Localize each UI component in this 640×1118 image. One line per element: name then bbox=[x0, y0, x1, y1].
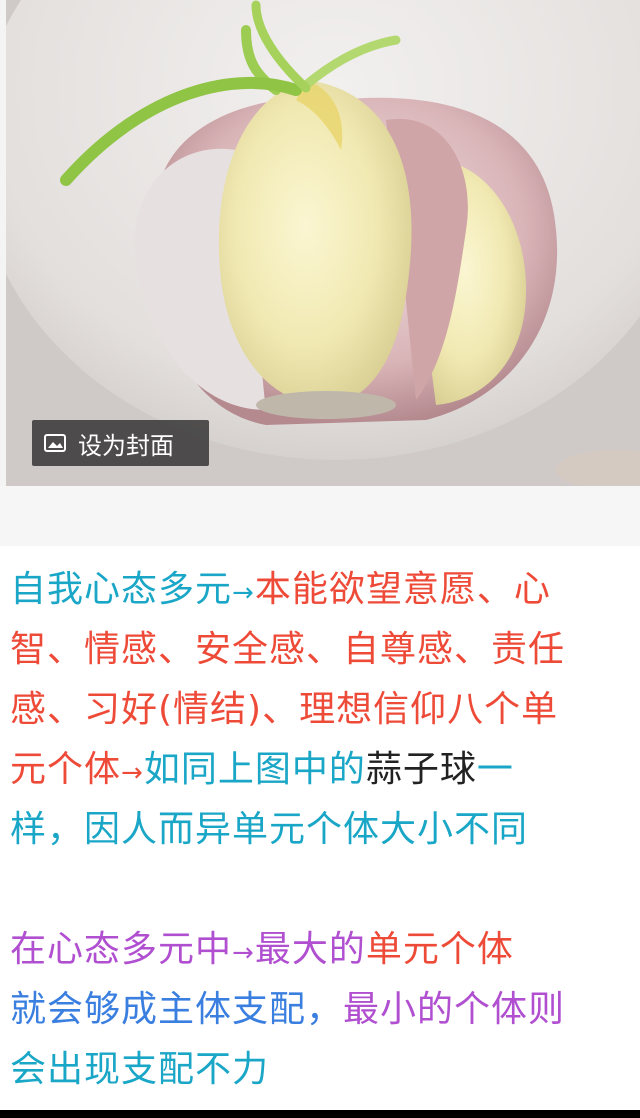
text-segment: 一 bbox=[476, 749, 514, 790]
text-segment: 自我心态多元 bbox=[10, 569, 233, 610]
text-segment: 本能欲望意愿、心 bbox=[254, 569, 551, 610]
garlic-image bbox=[6, 0, 640, 486]
arrow-glyph: → bbox=[232, 578, 255, 608]
text-segment: 蒜子球 bbox=[365, 749, 477, 790]
paragraph-2-line-2: 就会够成主体支配，最小的个体则 bbox=[10, 988, 565, 1032]
text-segment: 在心态多元中 bbox=[10, 929, 233, 970]
image-icon bbox=[44, 434, 66, 452]
paragraph-1-line-4: 元个体→如同上图中的蒜子球一 bbox=[10, 748, 514, 795]
paragraph-1-line-2: 智、情感、安全感、自尊感、责任 bbox=[10, 629, 566, 670]
text-segment: 最小的个体则 bbox=[343, 989, 566, 1030]
text-segment: 就会够成主体支配， bbox=[10, 989, 344, 1030]
bottom-edge bbox=[0, 1110, 640, 1118]
arrow-glyph: → bbox=[121, 758, 144, 788]
set-as-cover-button[interactable]: 设为封面 bbox=[32, 420, 209, 466]
paragraph-2-line-1: 在心态多元中→最大的单元个体 bbox=[10, 928, 514, 975]
article-text: 自我心态多元→本能欲望意愿、心 智、情感、安全感、自尊感、责任 感、习好(情结)… bbox=[0, 546, 640, 1118]
paragraph-1-line-3: 感、习好(情结)、理想信仰八个单 bbox=[10, 689, 559, 730]
paragraph-1-line-1: 自我心态多元→本能欲望意愿、心 bbox=[10, 568, 551, 615]
paragraph-2-line-3: 会出现支配不力 bbox=[10, 1049, 270, 1090]
text-segment: 如同上图中的 bbox=[143, 749, 366, 790]
arrow-glyph: → bbox=[232, 938, 255, 968]
text-segment: 元个体 bbox=[10, 749, 122, 790]
text-segment: 单元个体 bbox=[365, 929, 514, 970]
text-segment: 最大的 bbox=[254, 929, 366, 970]
paragraph-1-line-5: 样，因人而异单元个体大小不同 bbox=[10, 809, 529, 850]
spacer bbox=[0, 486, 640, 546]
set-as-cover-label: 设为封面 bbox=[78, 431, 174, 460]
garlic-photo: 设为封面 bbox=[6, 0, 640, 486]
